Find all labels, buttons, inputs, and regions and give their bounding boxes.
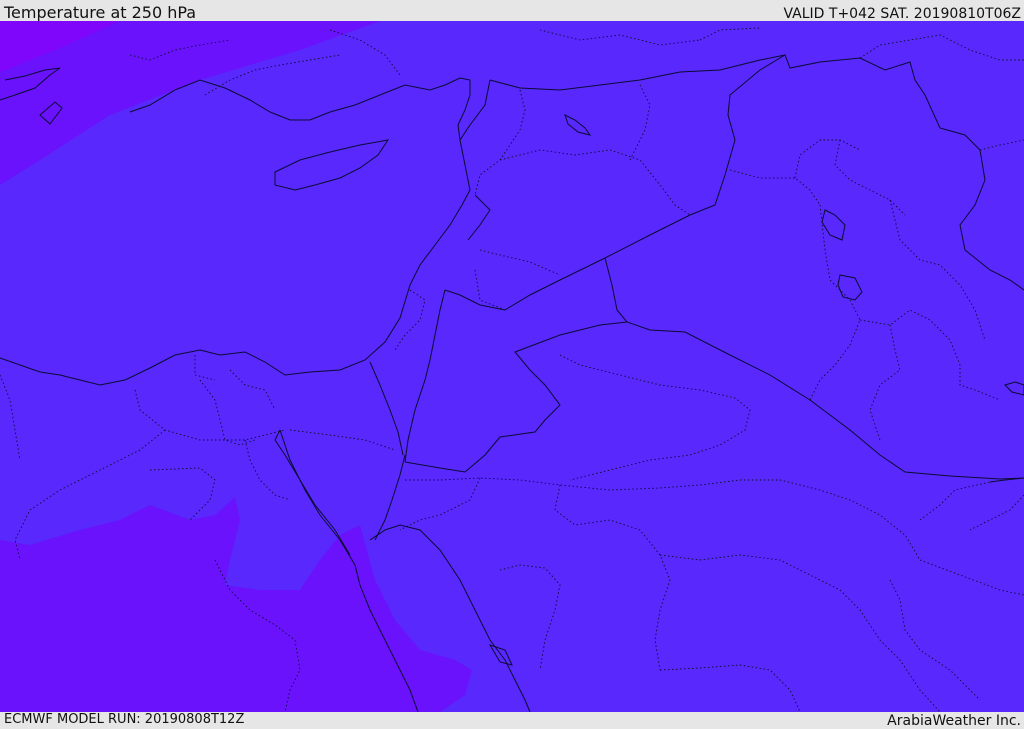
map-title: Temperature at 250 hPa: [4, 3, 197, 22]
credit-label: ArabiaWeather Inc.: [887, 713, 1021, 729]
temperature-map: [0, 21, 1024, 712]
header-bar: Temperature at 250 hPa VALID T+042 SAT. …: [0, 0, 1024, 22]
map-viewer: Temperature at 250 hPa VALID T+042 SAT. …: [0, 0, 1024, 729]
model-run-label: ECMWF MODEL RUN: 20190808T12Z: [4, 712, 245, 727]
map-canvas: [0, 21, 1024, 712]
footer-bar: ECMWF MODEL RUN: 20190808T12Z ArabiaWeat…: [0, 712, 1024, 729]
